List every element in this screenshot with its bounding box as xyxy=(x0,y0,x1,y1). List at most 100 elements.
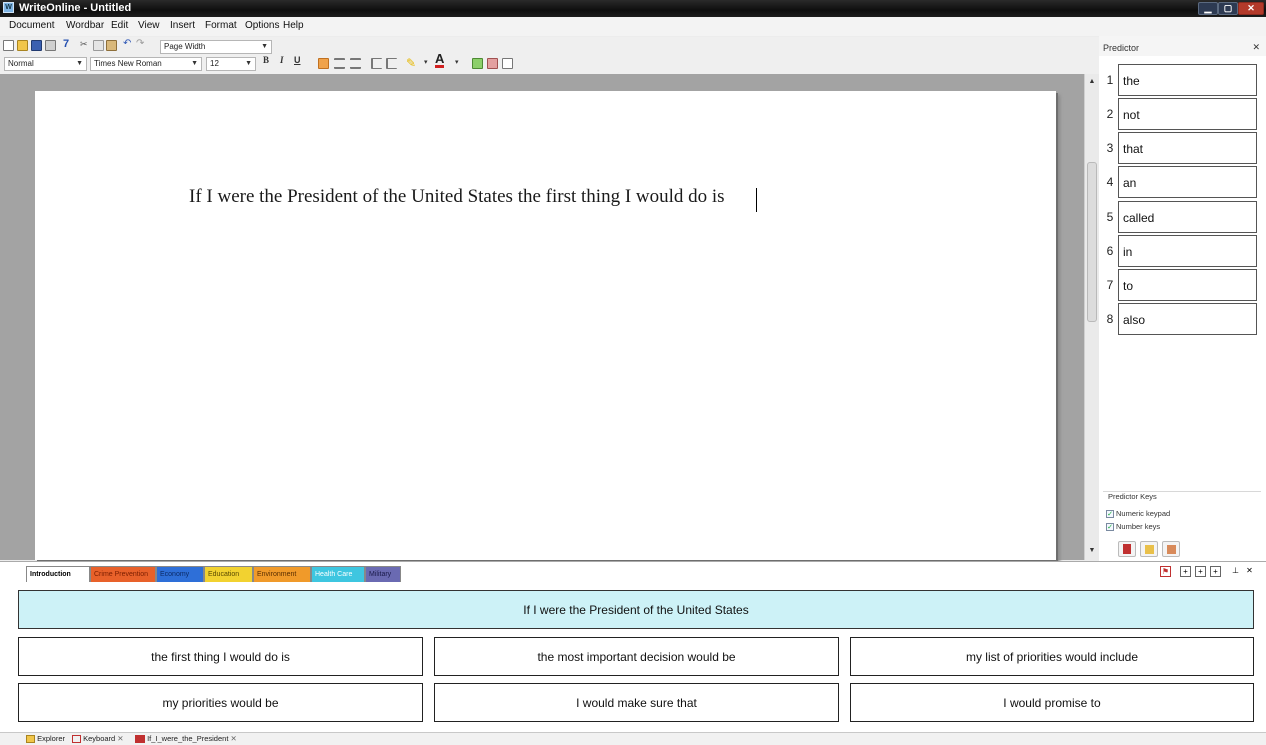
vertical-scrollbar[interactable]: ▲ ▼ xyxy=(1084,74,1099,560)
insert-picture-icon[interactable] xyxy=(472,58,483,69)
maximize-button[interactable]: ▢ xyxy=(1218,2,1238,15)
tab-keyboard[interactable]: Keyboard ✕ xyxy=(72,734,124,745)
paste-icon[interactable] xyxy=(106,40,117,51)
document-text[interactable]: If I were the President of the United St… xyxy=(189,186,725,208)
tab-explorer[interactable]: Explorer xyxy=(26,734,65,745)
align-center-icon[interactable] xyxy=(334,58,345,69)
wordbar-phrase[interactable]: my priorities would be xyxy=(18,683,423,722)
tab-keyboard-label: Keyboard xyxy=(83,734,116,743)
predictor-edit-icon[interactable] xyxy=(1162,541,1180,557)
predictor-word[interactable]: also xyxy=(1118,303,1257,335)
tab-environment[interactable]: Environment xyxy=(253,566,311,582)
save-icon[interactable] xyxy=(31,40,42,51)
bulleted-list-icon[interactable] xyxy=(386,58,397,69)
wordbar-flag-icon[interactable]: ⚑ xyxy=(1160,566,1171,577)
predictor-word[interactable]: in xyxy=(1118,235,1257,267)
undo-icon[interactable]: ↶ xyxy=(123,38,134,49)
predictor-word[interactable]: called xyxy=(1118,201,1257,233)
tab-crime-prevention[interactable]: Crime Prevention xyxy=(90,566,156,582)
menu-options[interactable]: Options xyxy=(245,20,279,31)
copy-icon[interactable] xyxy=(93,40,104,51)
predictor-word[interactable]: the xyxy=(1118,64,1257,96)
italic-button[interactable]: I xyxy=(280,55,284,65)
predictor-item[interactable]: 2 not xyxy=(1099,98,1259,130)
menu-format[interactable]: Format xyxy=(205,20,237,31)
wordbar-phrase[interactable]: my list of priorities would include xyxy=(850,637,1254,676)
wordbar-heading-phrase[interactable]: If I were the President of the United St… xyxy=(18,590,1254,629)
tab-economy[interactable]: Economy xyxy=(156,566,204,582)
tab-education[interactable]: Education xyxy=(204,566,253,582)
font-color-button[interactable]: A xyxy=(435,52,445,68)
zoom-select[interactable]: Page Width ▼ xyxy=(160,40,272,54)
insert-symbol-icon[interactable] xyxy=(487,58,498,69)
menu-help[interactable]: Help xyxy=(283,20,304,31)
close-icon[interactable]: ✕ xyxy=(117,734,123,743)
app-icon: W xyxy=(3,2,14,13)
tab-document[interactable]: If_I_were_the_President ✕ xyxy=(135,734,237,745)
menu-insert[interactable]: Insert xyxy=(170,20,195,31)
underline-button[interactable]: U xyxy=(294,55,301,65)
number-keys-option[interactable]: ✓ Number keys xyxy=(1106,522,1160,532)
align-right-icon[interactable] xyxy=(350,58,361,69)
predictor-word[interactable]: not xyxy=(1118,98,1257,130)
tab-health-care[interactable]: Health Care xyxy=(311,566,365,582)
predictor-item[interactable]: 4 an xyxy=(1099,166,1259,198)
scroll-down-icon[interactable]: ▼ xyxy=(1086,545,1098,557)
predictor-item[interactable]: 3 that xyxy=(1099,132,1259,164)
font-select[interactable]: Times New Roman ▼ xyxy=(90,57,202,71)
menu-view[interactable]: View xyxy=(138,20,160,31)
chevron-down-icon[interactable]: ▾ xyxy=(455,58,466,69)
predictor-word[interactable]: to xyxy=(1118,269,1257,301)
wordbar-phrase[interactable]: the most important decision would be xyxy=(434,637,839,676)
window-title: WriteOnline - Untitled xyxy=(19,2,132,14)
wordbar-phrase[interactable]: I would make sure that xyxy=(434,683,839,722)
chevron-down-icon[interactable]: ▾ xyxy=(424,58,435,69)
predictor-item[interactable]: 5 called xyxy=(1099,201,1259,233)
wordbar-phrase[interactable]: I would promise to xyxy=(850,683,1254,722)
predictor-item[interactable]: 1 the xyxy=(1099,64,1259,96)
font-size-select[interactable]: 12 ▼ xyxy=(206,57,256,71)
bold-button[interactable]: B xyxy=(263,55,269,65)
close-icon[interactable]: ✕ xyxy=(231,734,237,743)
number-keys-checkbox[interactable]: ✓ xyxy=(1106,523,1114,532)
menu-document[interactable]: Document xyxy=(9,20,55,31)
style-select[interactable]: Normal ▼ xyxy=(4,57,87,71)
predictor-settings-icon[interactable] xyxy=(1118,541,1136,557)
scrollbar-thumb[interactable] xyxy=(1087,162,1097,322)
close-icon[interactable]: ✕ xyxy=(1252,42,1260,53)
tab-military[interactable]: Military xyxy=(365,566,401,582)
scroll-up-icon[interactable]: ▲ xyxy=(1086,76,1098,88)
new-document-icon[interactable] xyxy=(3,40,14,51)
predictor-word[interactable]: an xyxy=(1118,166,1257,198)
predictor-item[interactable]: 8 also xyxy=(1099,303,1259,335)
predictor-item[interactable]: 7 to xyxy=(1099,269,1259,301)
wordbar-add-column-icon[interactable]: + xyxy=(1195,566,1206,577)
pin-icon[interactable]: ⊥ xyxy=(1230,566,1241,577)
print-icon[interactable] xyxy=(45,40,56,51)
document-page[interactable] xyxy=(35,91,1056,560)
open-folder-icon[interactable] xyxy=(17,40,28,51)
highlighter-icon[interactable]: ✎ xyxy=(406,56,417,70)
spellcheck-icon[interactable]: 7 xyxy=(63,38,74,50)
close-icon[interactable]: ✕ xyxy=(1244,566,1255,577)
redo-icon[interactable]: ↷ xyxy=(136,38,147,49)
tab-introduction[interactable]: Introduction xyxy=(26,566,90,582)
predictor-word[interactable]: that xyxy=(1118,132,1257,164)
close-button[interactable]: ✕ xyxy=(1238,2,1264,15)
menu-edit[interactable]: Edit xyxy=(111,20,128,31)
numeric-keypad-checkbox[interactable]: ✓ xyxy=(1106,510,1114,519)
insert-table-icon[interactable] xyxy=(502,58,513,69)
minimize-button[interactable]: ▁ xyxy=(1198,2,1218,15)
align-left-icon[interactable] xyxy=(318,58,329,69)
numbered-list-icon[interactable] xyxy=(371,58,382,69)
predictor-number: 3 xyxy=(1106,141,1114,155)
numeric-keypad-option[interactable]: ✓ Numeric keypad xyxy=(1106,509,1170,519)
wordbar-add-row-icon[interactable]: + xyxy=(1210,566,1221,577)
wordbar-add-icon[interactable]: + xyxy=(1180,566,1191,577)
menu-wordbar[interactable]: Wordbar xyxy=(66,20,104,31)
predictor-list-icon[interactable] xyxy=(1140,541,1158,557)
predictor-panel: Predictor ✕ 1 the 2 not 3 that 4 an 5 ca… xyxy=(1099,36,1266,561)
wordbar-phrase[interactable]: the first thing I would do is xyxy=(18,637,423,676)
predictor-item[interactable]: 6 in xyxy=(1099,235,1259,267)
cut-icon[interactable]: ✂ xyxy=(80,39,91,50)
